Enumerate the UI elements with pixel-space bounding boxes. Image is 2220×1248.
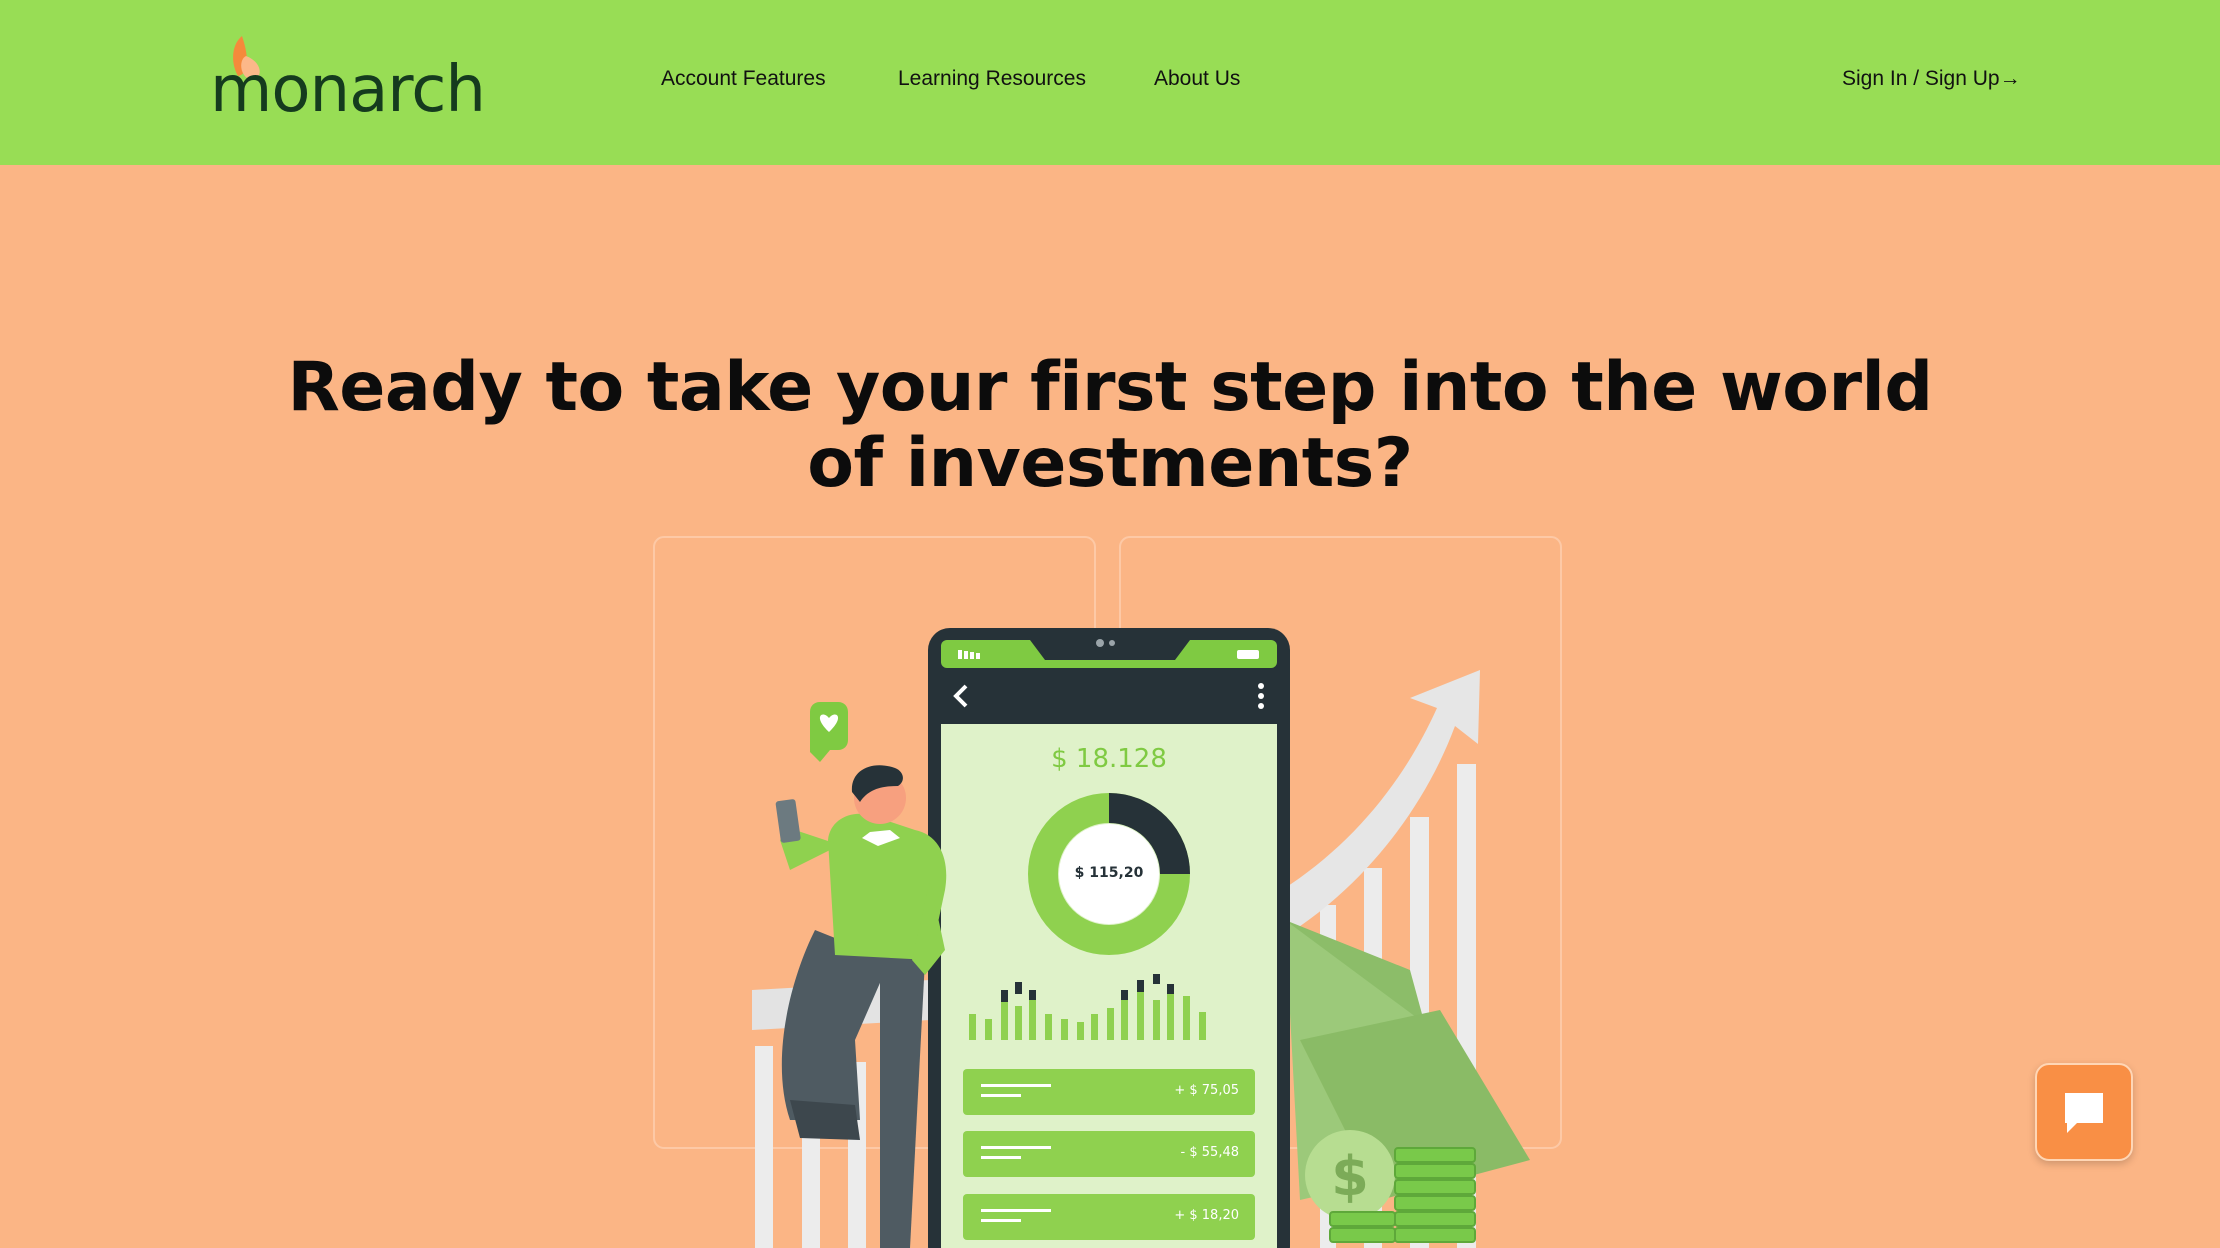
transaction-amount: - $ 55,48 — [1180, 1145, 1239, 1160]
chat-button[interactable] — [2035, 1063, 2133, 1161]
phone-screen: $ 18.128 $ 115,20 + $ 75,05 - $ 55,48 + … — [941, 724, 1277, 1248]
more-vertical-icon — [1258, 683, 1264, 709]
transaction-amount: + $ 18,20 — [1174, 1208, 1239, 1223]
donut-center-value: $ 115,20 — [1074, 865, 1144, 881]
transaction-amount: + $ 75,05 — [1174, 1083, 1239, 1098]
transaction-row: + $ 75,05 — [963, 1069, 1255, 1115]
transaction-row: + $ 18,20 — [963, 1194, 1255, 1240]
chat-bubble-icon — [2065, 1093, 2103, 1133]
transaction-row: - $ 55,48 — [963, 1131, 1255, 1177]
phone-bar-chart — [969, 974, 1206, 1040]
balance-amount: $ 18.128 — [1051, 744, 1167, 774]
svg-text:$: $ — [1331, 1145, 1369, 1208]
donut-chart — [1028, 793, 1190, 955]
